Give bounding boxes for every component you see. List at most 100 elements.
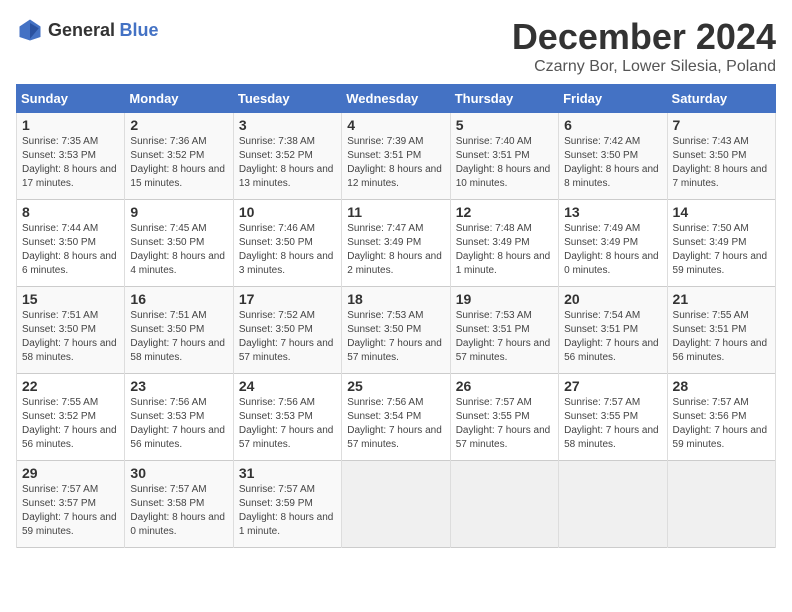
day-info: Sunrise: 7:45 AMSunset: 3:50 PMDaylight:… [130, 223, 225, 276]
day-number: 16 [130, 291, 227, 307]
day-number: 26 [456, 378, 553, 394]
week-row-5: 29 Sunrise: 7:57 AMSunset: 3:57 PMDaylig… [17, 461, 776, 548]
week-row-2: 8 Sunrise: 7:44 AMSunset: 3:50 PMDayligh… [17, 200, 776, 287]
weekday-header-sunday: Sunday [17, 85, 125, 113]
day-info: Sunrise: 7:55 AMSunset: 3:52 PMDaylight:… [22, 397, 117, 450]
calendar-day-15: 15 Sunrise: 7:51 AMSunset: 3:50 PMDaylig… [17, 287, 125, 374]
calendar-day-19: 19 Sunrise: 7:53 AMSunset: 3:51 PMDaylig… [450, 287, 558, 374]
day-number: 28 [673, 378, 770, 394]
day-info: Sunrise: 7:53 AMSunset: 3:50 PMDaylight:… [347, 310, 442, 363]
day-number: 10 [239, 204, 336, 220]
day-number: 11 [347, 204, 444, 220]
day-number: 25 [347, 378, 444, 394]
calendar-day-28: 28 Sunrise: 7:57 AMSunset: 3:56 PMDaylig… [667, 374, 775, 461]
calendar-table: SundayMondayTuesdayWednesdayThursdayFrid… [16, 84, 776, 548]
calendar-day-6: 6 Sunrise: 7:42 AMSunset: 3:50 PMDayligh… [559, 113, 667, 200]
weekday-header-thursday: Thursday [450, 85, 558, 113]
day-info: Sunrise: 7:36 AMSunset: 3:52 PMDaylight:… [130, 136, 225, 189]
calendar-day-18: 18 Sunrise: 7:53 AMSunset: 3:50 PMDaylig… [342, 287, 450, 374]
logo: General Blue [16, 16, 159, 44]
week-row-4: 22 Sunrise: 7:55 AMSunset: 3:52 PMDaylig… [17, 374, 776, 461]
day-info: Sunrise: 7:44 AMSunset: 3:50 PMDaylight:… [22, 223, 117, 276]
day-number: 17 [239, 291, 336, 307]
empty-cell [450, 461, 558, 548]
day-number: 21 [673, 291, 770, 307]
calendar-day-17: 17 Sunrise: 7:52 AMSunset: 3:50 PMDaylig… [233, 287, 341, 374]
day-info: Sunrise: 7:46 AMSunset: 3:50 PMDaylight:… [239, 223, 334, 276]
day-info: Sunrise: 7:56 AMSunset: 3:53 PMDaylight:… [130, 397, 225, 450]
day-info: Sunrise: 7:35 AMSunset: 3:53 PMDaylight:… [22, 136, 117, 189]
calendar-day-9: 9 Sunrise: 7:45 AMSunset: 3:50 PMDayligh… [125, 200, 233, 287]
calendar-day-30: 30 Sunrise: 7:57 AMSunset: 3:58 PMDaylig… [125, 461, 233, 548]
day-number: 3 [239, 117, 336, 133]
day-number: 5 [456, 117, 553, 133]
day-number: 1 [22, 117, 119, 133]
logo-blue-text: Blue [120, 20, 159, 40]
day-number: 29 [22, 465, 119, 481]
day-number: 22 [22, 378, 119, 394]
day-info: Sunrise: 7:57 AMSunset: 3:57 PMDaylight:… [22, 484, 117, 537]
day-info: Sunrise: 7:47 AMSunset: 3:49 PMDaylight:… [347, 223, 442, 276]
day-info: Sunrise: 7:50 AMSunset: 3:49 PMDaylight:… [673, 223, 768, 276]
calendar-day-2: 2 Sunrise: 7:36 AMSunset: 3:52 PMDayligh… [125, 113, 233, 200]
day-number: 6 [564, 117, 661, 133]
weekday-header-friday: Friday [559, 85, 667, 113]
calendar-day-31: 31 Sunrise: 7:57 AMSunset: 3:59 PMDaylig… [233, 461, 341, 548]
empty-cell [667, 461, 775, 548]
calendar-day-11: 11 Sunrise: 7:47 AMSunset: 3:49 PMDaylig… [342, 200, 450, 287]
day-number: 30 [130, 465, 227, 481]
calendar-day-1: 1 Sunrise: 7:35 AMSunset: 3:53 PMDayligh… [17, 113, 125, 200]
day-info: Sunrise: 7:57 AMSunset: 3:56 PMDaylight:… [673, 397, 768, 450]
day-number: 20 [564, 291, 661, 307]
calendar-day-12: 12 Sunrise: 7:48 AMSunset: 3:49 PMDaylig… [450, 200, 558, 287]
calendar-day-10: 10 Sunrise: 7:46 AMSunset: 3:50 PMDaylig… [233, 200, 341, 287]
weekday-header-row: SundayMondayTuesdayWednesdayThursdayFrid… [17, 85, 776, 113]
header: General Blue December 2024 Czarny Bor, L… [16, 16, 776, 76]
day-number: 13 [564, 204, 661, 220]
day-info: Sunrise: 7:57 AMSunset: 3:55 PMDaylight:… [456, 397, 551, 450]
day-number: 23 [130, 378, 227, 394]
empty-cell [342, 461, 450, 548]
calendar-day-7: 7 Sunrise: 7:43 AMSunset: 3:50 PMDayligh… [667, 113, 775, 200]
calendar-day-20: 20 Sunrise: 7:54 AMSunset: 3:51 PMDaylig… [559, 287, 667, 374]
calendar-day-3: 3 Sunrise: 7:38 AMSunset: 3:52 PMDayligh… [233, 113, 341, 200]
calendar-day-16: 16 Sunrise: 7:51 AMSunset: 3:50 PMDaylig… [125, 287, 233, 374]
day-number: 24 [239, 378, 336, 394]
day-info: Sunrise: 7:52 AMSunset: 3:50 PMDaylight:… [239, 310, 334, 363]
calendar-day-14: 14 Sunrise: 7:50 AMSunset: 3:49 PMDaylig… [667, 200, 775, 287]
day-info: Sunrise: 7:57 AMSunset: 3:55 PMDaylight:… [564, 397, 659, 450]
day-info: Sunrise: 7:43 AMSunset: 3:50 PMDaylight:… [673, 136, 768, 189]
day-number: 18 [347, 291, 444, 307]
day-info: Sunrise: 7:51 AMSunset: 3:50 PMDaylight:… [22, 310, 117, 363]
calendar-day-21: 21 Sunrise: 7:55 AMSunset: 3:51 PMDaylig… [667, 287, 775, 374]
day-number: 7 [673, 117, 770, 133]
empty-cell [559, 461, 667, 548]
calendar-day-13: 13 Sunrise: 7:49 AMSunset: 3:49 PMDaylig… [559, 200, 667, 287]
calendar-day-25: 25 Sunrise: 7:56 AMSunset: 3:54 PMDaylig… [342, 374, 450, 461]
calendar-day-23: 23 Sunrise: 7:56 AMSunset: 3:53 PMDaylig… [125, 374, 233, 461]
day-info: Sunrise: 7:51 AMSunset: 3:50 PMDaylight:… [130, 310, 225, 363]
day-number: 14 [673, 204, 770, 220]
day-info: Sunrise: 7:38 AMSunset: 3:52 PMDaylight:… [239, 136, 334, 189]
weekday-header-tuesday: Tuesday [233, 85, 341, 113]
location-title: Czarny Bor, Lower Silesia, Poland [512, 58, 776, 76]
day-info: Sunrise: 7:53 AMSunset: 3:51 PMDaylight:… [456, 310, 551, 363]
day-number: 8 [22, 204, 119, 220]
day-number: 19 [456, 291, 553, 307]
calendar-day-5: 5 Sunrise: 7:40 AMSunset: 3:51 PMDayligh… [450, 113, 558, 200]
day-number: 9 [130, 204, 227, 220]
title-area: December 2024 Czarny Bor, Lower Silesia,… [512, 16, 776, 76]
week-row-1: 1 Sunrise: 7:35 AMSunset: 3:53 PMDayligh… [17, 113, 776, 200]
day-info: Sunrise: 7:40 AMSunset: 3:51 PMDaylight:… [456, 136, 551, 189]
month-title: December 2024 [512, 16, 776, 58]
day-info: Sunrise: 7:42 AMSunset: 3:50 PMDaylight:… [564, 136, 659, 189]
weekday-header-monday: Monday [125, 85, 233, 113]
weekday-header-wednesday: Wednesday [342, 85, 450, 113]
logo-general-text: General [48, 20, 115, 40]
day-number: 31 [239, 465, 336, 481]
calendar-day-22: 22 Sunrise: 7:55 AMSunset: 3:52 PMDaylig… [17, 374, 125, 461]
day-info: Sunrise: 7:55 AMSunset: 3:51 PMDaylight:… [673, 310, 768, 363]
week-row-3: 15 Sunrise: 7:51 AMSunset: 3:50 PMDaylig… [17, 287, 776, 374]
calendar-day-29: 29 Sunrise: 7:57 AMSunset: 3:57 PMDaylig… [17, 461, 125, 548]
weekday-header-saturday: Saturday [667, 85, 775, 113]
